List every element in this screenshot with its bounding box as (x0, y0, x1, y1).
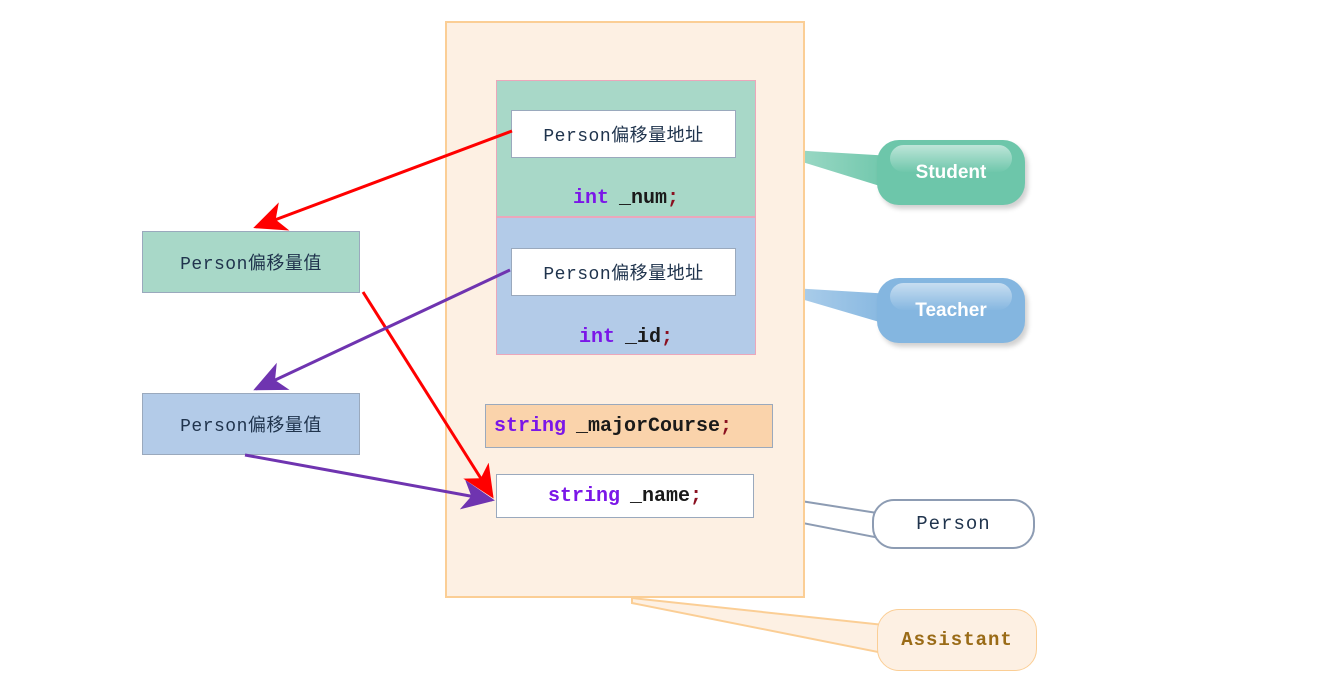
assistant-member-majorcourse: string _majorCourse ; (485, 404, 773, 448)
semicolon: ; (667, 186, 680, 210)
semicolon: ; (720, 414, 733, 438)
callout-person-label: Person (916, 513, 991, 535)
student-member-num: int _num ; (496, 183, 756, 213)
teacher-vptr-address-box: Person偏移量地址 (511, 248, 736, 296)
keyword-int: int (578, 325, 615, 349)
keyword-string: string (494, 414, 567, 438)
person-member-name: string _name ; (496, 474, 754, 518)
keyword-string: string (547, 484, 620, 508)
callout-assistant: Assistant (877, 609, 1037, 671)
offset-value-box-student: Person偏移量值 (142, 231, 360, 293)
callout-assistant-label: Assistant (901, 629, 1013, 651)
connector-assistant (631, 596, 894, 657)
identifier-majorcourse: _majorCourse (576, 414, 721, 438)
callout-student-label: Student (915, 161, 987, 183)
student-vptr-address-box: Person偏移量地址 (511, 110, 736, 158)
identifier-num: _num (618, 186, 667, 210)
teacher-member-id: int _id ; (496, 322, 756, 352)
identifier-id: _id (624, 325, 661, 349)
offset-value-box-teacher: Person偏移量值 (142, 393, 360, 455)
diagram-canvas: Person偏移量地址 int _num ; Person偏移量地址 int _… (0, 0, 1320, 686)
semicolon: ; (661, 325, 674, 349)
identifier-name: _name (629, 484, 690, 508)
callout-person: Person (872, 499, 1035, 549)
semicolon: ; (690, 484, 703, 508)
keyword-int: int (572, 186, 609, 210)
callout-student: Student (877, 140, 1025, 205)
callout-teacher-label: Teacher (915, 299, 987, 321)
callout-teacher: Teacher (877, 278, 1025, 343)
